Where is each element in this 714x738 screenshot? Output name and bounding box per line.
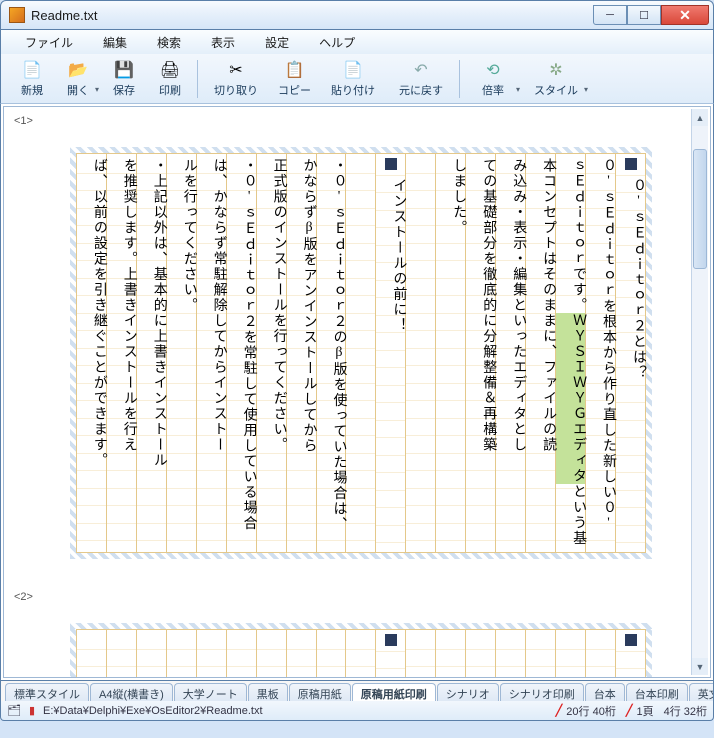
chevron-down-icon: ▾ (584, 85, 588, 94)
section-mark-icon (625, 158, 637, 170)
marker-icon: ╱ (626, 704, 633, 717)
section-mark-icon (625, 634, 637, 646)
open-icon: 📂 (68, 60, 88, 80)
style-tab[interactable]: 原稿用紙 (289, 683, 351, 701)
page-label: <2> (14, 591, 33, 603)
document-area: <1> ０'ｓＥｄｉｔｏｒ２とは？ ０'ｓＥｄｉｔｏｒを根本から作り直した新しい… (0, 104, 714, 681)
print-button[interactable]: 🖨印刷 (147, 58, 193, 100)
app-icon (9, 7, 25, 23)
page-2: <2> (8, 587, 688, 678)
text-line: インストールの前に！ (376, 178, 405, 333)
zoom-icon: ⟲ (483, 60, 503, 80)
text-line: ての基礎部分を徹底的に分解整備＆再構築 (466, 158, 495, 453)
text-line: ｓＥｄｉｔｏｒです。ＷＹＳＩＷＹＧエディタという基 (556, 158, 585, 546)
page-1: <1> ０'ｓＥｄｉｔｏｒ２とは？ ０'ｓＥｄｉｔｏｒを根本から作り直した新しい… (8, 111, 688, 581)
text-line: 正式版のインストールを行ってください。 (257, 158, 286, 453)
text-line: ルを行ってください。 (167, 158, 196, 313)
menu-help[interactable]: ヘルプ (305, 30, 369, 55)
chevron-down-icon: ▾ (95, 85, 99, 94)
status-page: ╱1頁 (626, 703, 654, 719)
window-title: Readme.txt (31, 8, 593, 23)
save-button[interactable]: 💾保存 (101, 58, 147, 100)
copy-icon: 📋 (285, 60, 305, 80)
scroll-thumb[interactable] (693, 149, 707, 269)
section-mark-icon (385, 158, 397, 170)
undo-icon: ↶ (411, 60, 431, 80)
style-tab[interactable]: 台本印刷 (626, 683, 688, 701)
toolbar: 📄新規 📂開く▾ 💾保存 🖨印刷 ✂切り取り 📋コピー 📄貼り付け ↶元に戻す … (0, 54, 714, 104)
style-icon: ✲ (546, 60, 566, 80)
menu-settings[interactable]: 設定 (251, 30, 303, 55)
maximize-button[interactable]: ☐ (627, 5, 661, 25)
cut-icon: ✂ (226, 60, 246, 80)
style-tab[interactable]: 標準スタイル (5, 683, 89, 701)
new-button[interactable]: 📄新規 (9, 58, 55, 100)
style-tab[interactable]: 英文 (689, 683, 714, 701)
status-icon: ▮ (25, 704, 39, 718)
document-viewport[interactable]: <1> ０'ｓＥｄｉｔｏｒ２とは？ ０'ｓＥｄｉｔｏｒを根本から作り直した新しい… (3, 106, 711, 678)
new-icon: 📄 (22, 60, 42, 80)
page-label: <1> (14, 115, 33, 127)
genkou-grid[interactable] (76, 629, 646, 678)
status-position: ╱20行 40桁 (556, 703, 616, 719)
highlighted-text: ＷＹＳＩＷＹＧエディタ (556, 313, 585, 484)
text-line: を推奨します。上書きインストールを行え (107, 158, 136, 453)
text-line: み込み・表示・編集といったエディタとし (496, 158, 525, 453)
zoom-button[interactable]: ⟲倍率▾ (464, 58, 522, 100)
minimize-button[interactable]: ─ (593, 5, 627, 25)
text-line: ば、以前の設定を引き継ぐことができます。 (77, 158, 106, 468)
vertical-scrollbar[interactable]: ▲ ▼ (691, 109, 708, 675)
close-button[interactable]: ✕ (661, 5, 709, 25)
toolbar-separator (459, 60, 460, 98)
status-path: E:¥Data¥Delphi¥Exe¥OsEditor2¥Readme.txt (43, 705, 546, 717)
toolbar-separator (197, 60, 198, 98)
paste-button[interactable]: 📄貼り付け (319, 58, 387, 100)
menu-edit[interactable]: 編集 (89, 30, 141, 55)
text-line: かならずβ版をアンインストールしてから (287, 158, 316, 454)
text-line: ０'ｓＥｄｉｔｏｒを根本から作り直した新しい０' (586, 158, 615, 532)
chevron-down-icon: ▾ (516, 85, 520, 94)
style-tab[interactable]: 大学ノート (174, 683, 247, 701)
style-button[interactable]: ✲スタイル▾ (522, 58, 590, 100)
section-mark-icon (385, 634, 397, 646)
menubar: ファイル 編集 検索 表示 設定 ヘルプ (0, 30, 714, 54)
statusbar: 🗂 ▮ E:¥Data¥Delphi¥Exe¥OsEditor2¥Readme.… (0, 701, 714, 721)
cut-button[interactable]: ✂切り取り (202, 58, 270, 100)
text-line: は、かならず常駐解除してからインストー (197, 158, 226, 453)
status-end: 4行 32桁 (664, 703, 707, 719)
text-line: ・上記以外は、基本的に上書きインストール (137, 158, 166, 468)
text-line: ０'ｓＥｄｉｔｏｒ２とは？ (616, 178, 645, 381)
menu-file[interactable]: ファイル (11, 30, 87, 55)
style-tab[interactable]: 台本 (585, 683, 625, 701)
menu-search[interactable]: 検索 (143, 30, 195, 55)
marker-icon: ╱ (556, 704, 563, 717)
text-line: しました。 (436, 158, 465, 236)
style-tabs: 標準スタイル A4縦(横書き) 大学ノート 黒板 原稿用紙 原稿用紙印刷 シナリ… (0, 681, 714, 701)
text-line: ・０'ｓＥｄｉｔｏｒ２のβ版を使っていた場合は、 (317, 158, 346, 532)
text-line: ・０'ｓＥｄｉｔｏｒ２を常駐して使用している場合 (227, 158, 256, 531)
style-tab[interactable]: A4縦(横書き) (90, 683, 173, 701)
status-icon: 🗂 (7, 704, 21, 718)
scroll-up-button[interactable]: ▲ (692, 109, 708, 126)
menu-view[interactable]: 表示 (197, 30, 249, 55)
style-tab[interactable]: 黒板 (248, 683, 288, 701)
print-icon: 🖨 (160, 60, 180, 80)
style-tab[interactable]: シナリオ印刷 (500, 683, 584, 701)
undo-button[interactable]: ↶元に戻す (387, 58, 455, 100)
window-buttons: ─ ☐ ✕ (593, 5, 709, 25)
open-button[interactable]: 📂開く▾ (55, 58, 101, 100)
save-icon: 💾 (114, 60, 134, 80)
titlebar: Readme.txt ─ ☐ ✕ (0, 0, 714, 30)
text-line: 本コンセプトはそのままに、ファイルの読 (526, 158, 555, 453)
style-tab-active[interactable]: 原稿用紙印刷 (352, 683, 436, 701)
genkou-grid[interactable]: ０'ｓＥｄｉｔｏｒ２とは？ ０'ｓＥｄｉｔｏｒを根本から作り直した新しい０' ｓ… (76, 153, 646, 553)
paste-icon: 📄 (343, 60, 363, 80)
style-tab[interactable]: シナリオ (437, 683, 499, 701)
scroll-down-button[interactable]: ▼ (692, 658, 708, 675)
copy-button[interactable]: 📋コピー (270, 58, 319, 100)
